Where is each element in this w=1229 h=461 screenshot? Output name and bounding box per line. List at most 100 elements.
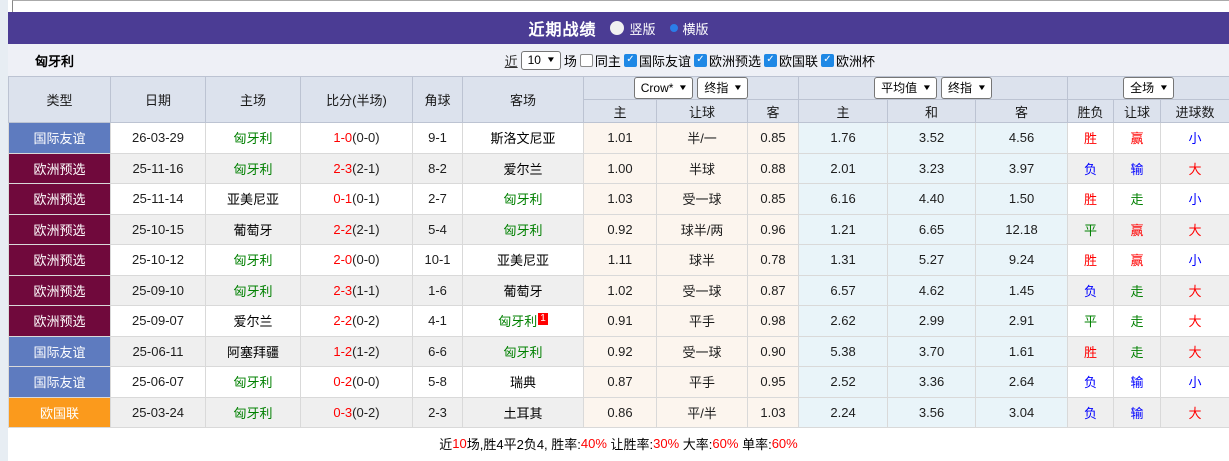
halftime-score: (0-1) (352, 191, 380, 207)
scope-select[interactable]: 全场 ▼ (1123, 77, 1174, 99)
home-team: 爱尔兰 (205, 305, 301, 337)
halftime-score: (1-1) (352, 282, 380, 298)
checkbox-nations-league[interactable]: ✓ 欧国联 (763, 51, 818, 70)
match-date: 25-06-11 (110, 335, 206, 367)
games-label: 场 (563, 53, 577, 69)
radio-icon[interactable] (669, 24, 678, 32)
odds-time-select[interactable]: 终指 ▼ (697, 77, 749, 99)
footer-part: 40% (580, 435, 607, 451)
previous-section-edge (12, 0, 1229, 12)
odds-company-value: Crow* (640, 80, 674, 95)
header-wdl: 胜负 (1067, 99, 1115, 123)
home-team: 匈牙利 (205, 366, 301, 398)
near-link[interactable]: 近 (505, 51, 518, 70)
result-goals: 大 (1160, 305, 1229, 337)
euro-source-select[interactable]: 平均值 ▼ (874, 77, 938, 99)
checkbox-icon[interactable]: ✓ (579, 53, 593, 67)
euro-time-select[interactable]: 终指 ▼ (941, 77, 992, 99)
layout-radio-horizontal[interactable]: 横版 (669, 19, 709, 38)
checkbox-euro-qualifier[interactable]: ✓ 欧洲预选 (693, 51, 761, 70)
result-wdl: 负 (1067, 152, 1115, 184)
result-wdl: 胜 (1067, 183, 1115, 215)
avg-home-odds: 2.24 (798, 396, 889, 428)
check-icon: ✓ (696, 54, 705, 65)
crow-home-odds: 0.86 (583, 396, 657, 428)
avg-draw-odds: 3.56 (887, 396, 977, 428)
checkbox-intl-friendly[interactable]: ✓ 国际友谊 (623, 51, 691, 70)
layout-radio-vertical[interactable]: 竖版 (610, 19, 656, 38)
avg-draw-odds: 3.23 (887, 152, 977, 184)
radio-horizontal-label: 横版 (682, 21, 709, 37)
home-team: 匈牙利 (205, 396, 301, 428)
header-crow-handicap: 让球 (656, 99, 748, 123)
halftime-score: (1-2) (352, 343, 380, 359)
away-team: 爱尔兰 (462, 152, 584, 184)
radio-icon[interactable] (610, 21, 625, 35)
match-type-badge: 欧洲预选 (8, 305, 111, 337)
halftime-score: (2-1) (352, 221, 380, 237)
check-icon: ✓ (626, 54, 635, 65)
section-titlebar: 近期战绩 竖版 横版 (8, 12, 1229, 44)
checkbox-icon[interactable]: ✓ (693, 53, 707, 67)
caret-down-icon: ▼ (976, 83, 988, 92)
match-type-badge: 国际友谊 (8, 335, 111, 367)
header-date: 日期 (110, 76, 206, 123)
match-row: 欧国联 25-03-24 匈牙利 0-3(0-2) 2-3 土耳其 0.86 平… (8, 396, 1229, 428)
match-row: 国际友谊 25-06-11 阿塞拜疆 1-2(1-2) 6-6 匈牙利 0.92… (8, 335, 1229, 367)
result-wdl: 胜 (1067, 335, 1115, 367)
match-type-badge: 欧洲预选 (8, 152, 111, 184)
match-type-badge: 欧国联 (8, 396, 111, 428)
corner-score: 4-1 (412, 305, 463, 337)
home-team: 阿塞拜疆 (205, 335, 301, 367)
fulltime-score: 2-3 (333, 160, 353, 176)
away-team-name: 爱尔兰 (503, 161, 543, 177)
caret-down-icon: ▼ (733, 83, 744, 92)
corner-score: 2-7 (412, 183, 463, 215)
crow-home-odds: 1.03 (583, 183, 657, 215)
check-icon: ✓ (823, 54, 832, 65)
avg-draw-odds: 3.36 (887, 366, 977, 398)
result-wdl: 负 (1067, 366, 1115, 398)
result-goals: 大 (1160, 213, 1229, 245)
away-team-name: 瑞典 (509, 375, 536, 391)
team-name: 匈牙利 (35, 53, 75, 69)
match-row: 欧洲预选 25-11-14 亚美尼亚 0-1(0-1) 2-7 匈牙利 1.03… (8, 183, 1229, 215)
home-team: 亚美尼亚 (205, 183, 301, 215)
checkbox-icon[interactable]: ✓ (763, 53, 777, 67)
avg-home-odds: 1.76 (798, 122, 889, 154)
fulltime-score: 2-0 (333, 252, 353, 268)
match-count-select[interactable]: 10 ▼ (520, 50, 561, 70)
away-team-name: 匈牙利 (503, 192, 543, 208)
crow-handicap-line: 受一球 (656, 183, 748, 215)
crow-handicap-line: 平手 (656, 366, 748, 398)
recent-matches-table: 类型 日期 主场 比分(半场) 角球 客场 Crow* ▼ 终指 ▼ 平均值 ▼… (8, 76, 1229, 428)
fulltime-score: 0-1 (333, 191, 353, 207)
header-crow-away: 客 (746, 99, 800, 123)
home-team: 葡萄牙 (205, 213, 301, 245)
odds-company-select[interactable]: Crow* ▼ (633, 77, 694, 99)
match-date: 25-03-24 (110, 396, 206, 428)
avg-draw-odds: 5.27 (887, 244, 977, 276)
checkbox-icon[interactable]: ✓ (820, 53, 834, 67)
checkbox-icon[interactable]: ✓ (623, 53, 637, 67)
corner-score: 8-2 (412, 152, 463, 184)
header-score: 比分(半场) (300, 76, 413, 123)
filter-bar: 匈牙利 近 10 ▼ 场 ✓ 同主 ✓ 国际友谊 ✓ 欧洲预选 ✓ 欧国联 (8, 44, 1229, 76)
away-team: 土耳其 (462, 396, 584, 428)
avg-draw-odds: 3.52 (887, 122, 977, 154)
header-avg-draw: 和 (887, 99, 977, 123)
away-team: 匈牙利 (462, 183, 584, 215)
checkbox-same-home[interactable]: ✓ 同主 (579, 51, 621, 70)
crow-home-odds: 0.92 (583, 213, 657, 245)
corner-score: 9-1 (412, 122, 463, 154)
avg-home-odds: 2.52 (798, 366, 889, 398)
avg-away-odds: 4.56 (975, 122, 1069, 154)
result-handicap: 走 (1113, 305, 1162, 337)
avg-home-odds: 1.31 (798, 244, 889, 276)
avg-away-odds: 2.91 (975, 305, 1069, 337)
checkbox-euro-cup[interactable]: ✓ 欧洲杯 (820, 51, 875, 70)
checkbox-label: 欧国联 (778, 53, 818, 69)
caret-down-icon: ▼ (921, 83, 933, 92)
away-team-name: 土耳其 (503, 405, 543, 421)
footer-part: 单率: (738, 436, 772, 452)
